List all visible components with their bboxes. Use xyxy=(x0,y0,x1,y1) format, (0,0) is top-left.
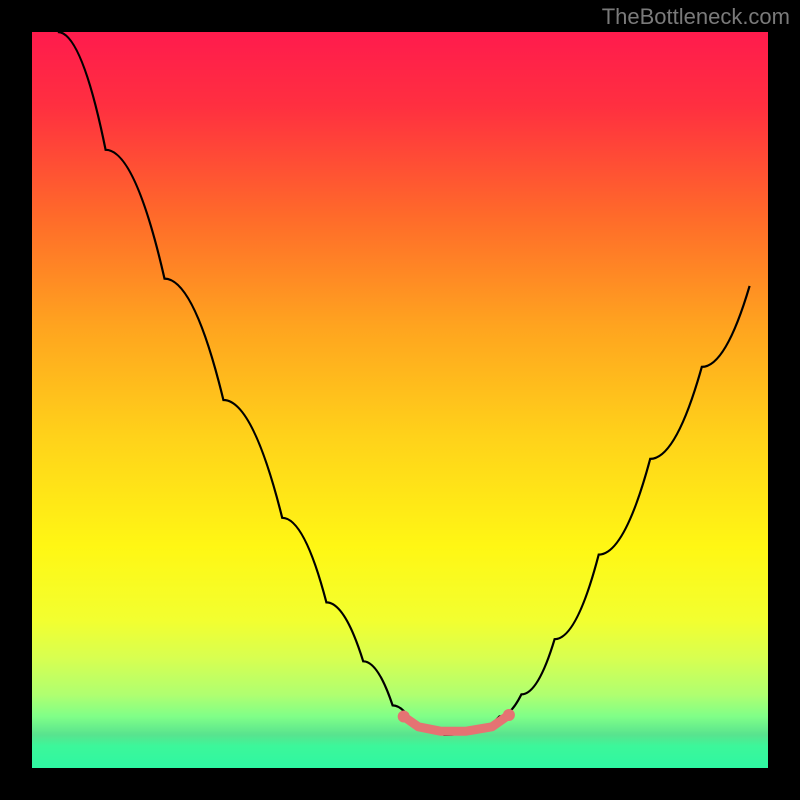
watermark-text: TheBottleneck.com xyxy=(602,4,790,30)
optimal-range-end-dot xyxy=(503,709,515,721)
bottleneck-plot xyxy=(0,0,800,800)
chart-frame: TheBottleneck.com xyxy=(0,0,800,800)
optimal-range-start-dot xyxy=(398,711,410,723)
gradient-background xyxy=(32,32,768,768)
